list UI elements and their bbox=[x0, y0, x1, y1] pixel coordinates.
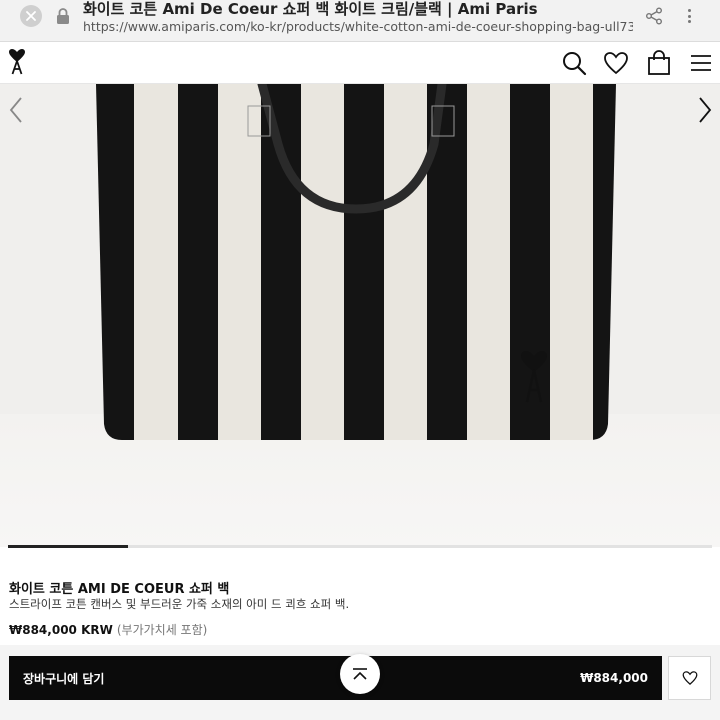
add-to-cart-label: 장바구니에 담기 bbox=[23, 671, 105, 686]
gallery-progress-track bbox=[8, 545, 712, 548]
more-vertical-icon[interactable] bbox=[684, 6, 694, 26]
shopping-bag-icon[interactable] bbox=[646, 50, 672, 76]
product-description: 스트라이프 코튼 캔버스 및 부드러운 가죽 소재의 아미 드 쾨흐 쇼퍼 백. bbox=[9, 597, 350, 611]
vat-note: (부가가치세 포함) bbox=[116, 623, 208, 637]
chevron-left-icon[interactable] bbox=[8, 96, 24, 124]
product-price: ₩884,000 KRW bbox=[9, 623, 113, 637]
heart-icon[interactable] bbox=[603, 50, 629, 76]
scroll-to-top-button[interactable] bbox=[340, 654, 380, 694]
close-tab-button[interactable] bbox=[20, 5, 42, 27]
heart-icon bbox=[682, 671, 697, 685]
product-name: 화이트 코튼 AMI DE COEUR 쇼퍼 백 bbox=[9, 582, 230, 597]
chevron-up-icon bbox=[353, 668, 367, 680]
striped-tote-bag-image bbox=[96, 84, 616, 440]
page-url[interactable]: https://www.amiparis.com/ko-kr/products/… bbox=[83, 19, 633, 35]
wishlist-button[interactable] bbox=[668, 656, 711, 700]
add-to-cart-button[interactable]: 장바구니에 담기 ₩884,000 bbox=[9, 656, 662, 700]
chevron-right-icon[interactable] bbox=[697, 96, 713, 124]
add-to-cart-price: ₩884,000 bbox=[580, 671, 648, 685]
gallery-progress-fill bbox=[8, 545, 128, 548]
page-title: 화이트 코튼 Ami De Coeur 쇼퍼 백 화이트 크림/블랙 | Ami… bbox=[83, 0, 538, 18]
price-row: ₩884,000 KRW (부가가치세 포함) bbox=[9, 621, 207, 638]
close-icon bbox=[26, 11, 36, 21]
lock-icon bbox=[57, 8, 69, 24]
search-icon[interactable] bbox=[561, 50, 587, 76]
browser-bar: 화이트 코튼 Ami De Coeur 쇼퍼 백 화이트 크림/블랙 | Ami… bbox=[0, 0, 720, 42]
ami-heart-logo[interactable] bbox=[8, 48, 26, 76]
menu-icon[interactable] bbox=[688, 50, 714, 76]
product-gallery[interactable] bbox=[0, 84, 720, 547]
site-header bbox=[0, 42, 720, 84]
share-icon[interactable] bbox=[645, 7, 663, 25]
